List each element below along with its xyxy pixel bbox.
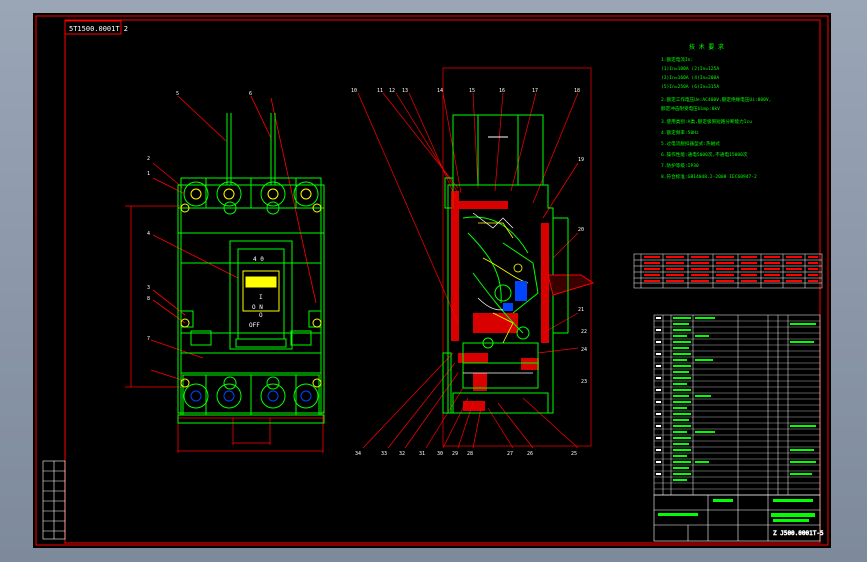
outer-frame <box>35 15 829 546</box>
note-line: (5)In=250A (6)In=315A <box>661 84 719 90</box>
note-line: (1)In=100A (2)In=125A <box>661 66 719 72</box>
on-label: O N <box>252 304 263 311</box>
on-mark: I <box>259 294 263 301</box>
drawing-code: 5T1500.0001T 2 <box>69 25 128 33</box>
cad-drawing-sheet: 5T1500.0001T 2 4 0 I O N O OFF 5 6 2 1 4… <box>33 13 831 548</box>
part-label: 3 <box>147 285 150 291</box>
part-label: 24 <box>581 347 587 353</box>
note-line: 1.额定电流In: <box>661 56 693 63</box>
title-block: Z J500.0001T-5 <box>653 494 824 542</box>
part-label: 27 <box>507 451 513 457</box>
part-label: 18 <box>574 88 580 94</box>
part-label: 30 <box>437 451 443 457</box>
part-label: 16 <box>499 88 505 94</box>
part-label: 5 <box>176 91 179 97</box>
note-line: 2.额定工作电压Ue:AC400V,额定绝缘电压Ui:800V, <box>661 96 771 103</box>
part-label: 22 <box>581 329 587 335</box>
part-label: 33 <box>381 451 387 457</box>
note-line: 8.符合标准:GB14048.2-2008 IEC60947-2 <box>661 173 757 180</box>
cad-canvas: 5T1500.0001T 2 4 0 I O N O OFF 5 6 2 1 4… <box>35 15 829 546</box>
part-label: 1 <box>147 171 150 177</box>
technical-notes: 技 术 要 求 1.额定电流In: (1)In=100A (2)In=125A … <box>661 43 771 180</box>
off-mark: O <box>259 312 263 319</box>
front-view: 4 0 I O N O OFF 5 6 2 1 4 3 8 7 <box>125 91 325 453</box>
part-label: 26 <box>527 451 533 457</box>
part-label: 29 <box>452 451 458 457</box>
off-label: OFF <box>249 322 260 329</box>
part-label: 2 <box>147 156 150 162</box>
notes-heading: 技 术 要 求 <box>689 43 724 51</box>
drawing-code-box: 5T1500.0001T 2 <box>64 20 128 35</box>
part-label: 20 <box>578 227 584 233</box>
note-line: 额定冲击耐受电压Uimp:8kV <box>661 105 720 112</box>
drawing-number: Z J500.0001T-5 <box>773 530 824 537</box>
part-label: 10 <box>351 88 357 94</box>
part-label: 14 <box>437 88 443 94</box>
part-label: 34 <box>355 451 361 457</box>
note-line: (3)In=160A (4)In=200A <box>661 75 719 81</box>
rating-table <box>633 253 823 289</box>
part-label: 28 <box>467 451 473 457</box>
part-label: 8 <box>147 296 150 302</box>
part-label: 7 <box>147 336 150 342</box>
part-label: 11 <box>377 88 383 94</box>
part-label: 21 <box>578 307 584 313</box>
part-label: 17 <box>532 88 538 94</box>
parts-list <box>653 314 821 496</box>
part-label: 6 <box>249 91 252 97</box>
part-label: 25 <box>571 451 577 457</box>
note-line: 5.过电流脱扣器型式:热磁式 <box>661 140 720 147</box>
part-label: 31 <box>419 451 425 457</box>
note-line: 4.额定频率:50Hz <box>661 129 699 136</box>
revision-column <box>42 460 66 540</box>
part-label: 12 <box>389 88 395 94</box>
part-label: 23 <box>581 379 587 385</box>
part-label: 4 <box>147 231 150 237</box>
part-label: 32 <box>399 451 405 457</box>
section-view: 10 11 12 13 14 15 16 17 18 19 20 21 34 3… <box>351 67 595 457</box>
note-line: 6.操作性能:通电5000次,不通电15000次 <box>661 151 748 158</box>
rating-label: 4 0 <box>253 256 264 263</box>
part-label: 13 <box>402 88 408 94</box>
note-line: 3.使用类别:A类,额定极限短路分断能力Icu <box>661 118 752 125</box>
part-label: 19 <box>578 157 584 163</box>
part-label: 15 <box>469 88 475 94</box>
note-line: 7.防护等级:IP30 <box>661 162 699 169</box>
